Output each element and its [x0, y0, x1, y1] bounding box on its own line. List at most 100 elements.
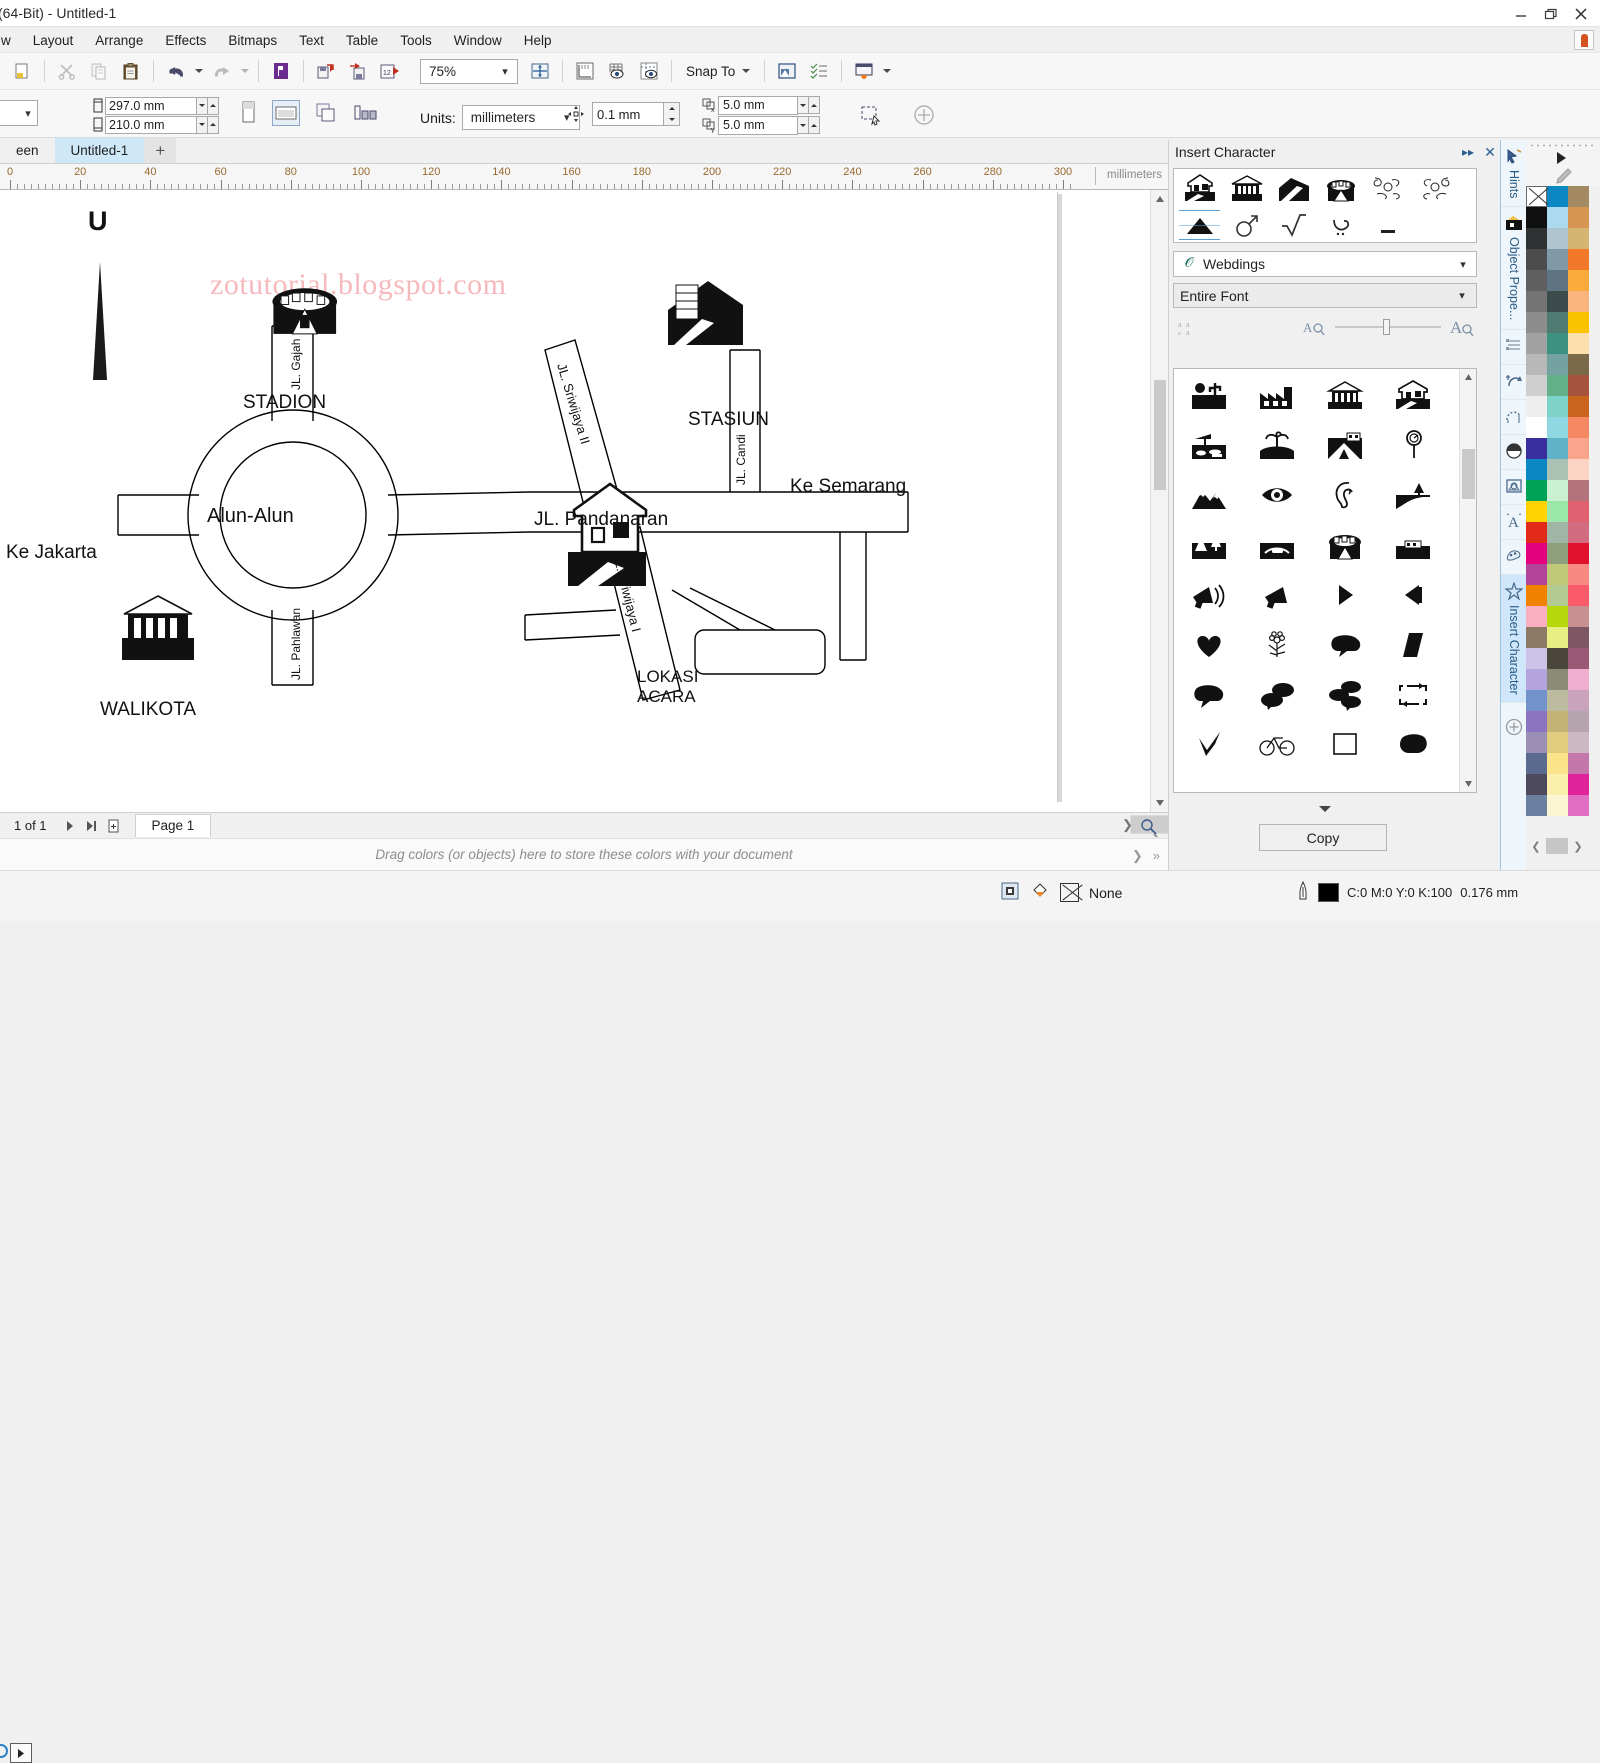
- docker-tab-powerclip[interactable]: [1501, 470, 1527, 505]
- square-outline-icon[interactable]: [1311, 720, 1379, 770]
- palette-swatch[interactable]: [1568, 480, 1589, 501]
- palette-swatch[interactable]: [1547, 312, 1568, 333]
- launcher-dropdown-icon[interactable]: [880, 59, 894, 83]
- palette-swatch-none[interactable]: [1526, 186, 1547, 207]
- palette-swatch[interactable]: [1568, 648, 1589, 669]
- palette-swatch[interactable]: [1547, 417, 1568, 438]
- museum-icon[interactable]: [1311, 370, 1379, 420]
- palette-swatch[interactable]: [1526, 774, 1547, 795]
- heart-icon[interactable]: [1175, 620, 1243, 670]
- palette-swatch[interactable]: [1547, 795, 1568, 816]
- palette-swatch[interactable]: [1526, 711, 1547, 732]
- bridge-car-icon[interactable]: [1243, 520, 1311, 570]
- palette-swatch[interactable]: [1568, 795, 1589, 816]
- docker-tab-add[interactable]: [1501, 703, 1527, 745]
- new-document-icon[interactable]: [8, 58, 36, 84]
- add-tab-button[interactable]: +: [144, 138, 177, 163]
- ornament-left-icon[interactable]: [1364, 170, 1411, 206]
- palette-swatch[interactable]: [1547, 207, 1568, 228]
- canvas-vertical-scrollbar[interactable]: [1150, 190, 1168, 812]
- palette-swatch[interactable]: [1547, 228, 1568, 249]
- close-icon[interactable]: [1566, 1, 1596, 27]
- palette-swatch[interactable]: [1568, 543, 1589, 564]
- scroll-right-icon[interactable]: ❯: [1122, 817, 1133, 833]
- play-triangle-icon[interactable]: [1311, 570, 1379, 620]
- redo-icon[interactable]: [208, 58, 236, 84]
- parallelogram-icon[interactable]: [1379, 620, 1447, 670]
- outline-color-swatch[interactable]: [1318, 883, 1339, 902]
- drawing-canvas[interactable]: zotutorial.blogspot.com U Alun-Alun Ke J…: [0, 190, 1168, 812]
- scroll-up-icon[interactable]: [1151, 190, 1169, 208]
- character-range-selector[interactable]: Entire Font ▾: [1173, 283, 1477, 308]
- palette-swatch[interactable]: [1547, 291, 1568, 312]
- palette-swatch[interactable]: [1568, 585, 1589, 606]
- palette-swatch[interactable]: [1568, 228, 1589, 249]
- outline-pen-icon[interactable]: [1296, 880, 1310, 904]
- menu-item-text[interactable]: Text: [288, 30, 335, 51]
- person-cactus-icon[interactable]: [1175, 370, 1243, 420]
- river-tree-icon[interactable]: [1379, 470, 1447, 520]
- palette-swatch[interactable]: [1568, 186, 1589, 207]
- palette-swatch[interactable]: [1526, 249, 1547, 270]
- page-height-up-spinner[interactable]: [208, 115, 219, 134]
- options-icon[interactable]: [773, 58, 801, 84]
- page-width-field[interactable]: 297.0 mm: [105, 96, 197, 115]
- tent-camp-icon[interactable]: [1311, 420, 1379, 470]
- palette-swatch[interactable]: [1547, 375, 1568, 396]
- guidelines-icon[interactable]: [635, 58, 663, 84]
- page-tab-1[interactable]: Page 1: [134, 814, 212, 837]
- duplicate-x-up-spinner[interactable]: [809, 96, 820, 114]
- speaker-icon[interactable]: [1379, 570, 1447, 620]
- character-case-icon[interactable]: a a a a: [1173, 314, 1203, 340]
- undo-dropdown-icon[interactable]: [192, 59, 206, 83]
- palette-swatch[interactable]: [1568, 564, 1589, 585]
- blob-icon[interactable]: [1379, 720, 1447, 770]
- grid-icon[interactable]: [603, 58, 631, 84]
- decrease-size-icon[interactable]: A: [1299, 314, 1329, 340]
- palette-swatch[interactable]: [1547, 669, 1568, 690]
- docker-tab-transformations[interactable]: [1501, 365, 1527, 400]
- museum-icon[interactable]: [1223, 170, 1270, 206]
- nudge-spinner[interactable]: [664, 102, 680, 126]
- menu-item-arrange[interactable]: Arrange: [84, 30, 154, 51]
- palette-swatch[interactable]: [1547, 774, 1568, 795]
- paste-icon[interactable]: [117, 58, 145, 84]
- import-icon[interactable]: [312, 58, 340, 84]
- status-left-nav-icon[interactable]: [0, 1744, 8, 1758]
- palette-swatch[interactable]: [1568, 270, 1589, 291]
- undo-icon[interactable]: [162, 58, 190, 84]
- flower-bouquet-icon[interactable]: [1243, 620, 1311, 670]
- status-play-button[interactable]: [10, 1743, 32, 1763]
- palette-swatch[interactable]: [1568, 669, 1589, 690]
- eyedropper-icon[interactable]: [1552, 168, 1572, 187]
- publish-icon[interactable]: [267, 58, 295, 84]
- copy-icon[interactable]: [85, 58, 113, 84]
- palette-swatch[interactable]: [1568, 291, 1589, 312]
- palette-swatch[interactable]: [1568, 732, 1589, 753]
- palette-swatch[interactable]: [1526, 228, 1547, 249]
- map-drawing[interactable]: U Alun-Alun Ke Jakarta Ke Semarang STADI…: [0, 190, 1060, 805]
- menu-item-window[interactable]: Window: [443, 30, 513, 51]
- palette-swatch[interactable]: [1526, 564, 1547, 585]
- palette-swatch[interactable]: [1526, 732, 1547, 753]
- docker-tab-object-properties[interactable]: Object Prope...: [1501, 207, 1527, 330]
- speech-bubble-icon[interactable]: [1175, 670, 1243, 720]
- nudge-distance-field[interactable]: 0.1 mm: [592, 102, 664, 126]
- object-styles-icon[interactable]: [805, 58, 833, 84]
- palette-swatch[interactable]: [1526, 333, 1547, 354]
- magnifier-pin-icon[interactable]: [1379, 420, 1447, 470]
- palette-swatch[interactable]: [1547, 522, 1568, 543]
- palette-swatch[interactable]: [1526, 690, 1547, 711]
- palette-swatch[interactable]: [1526, 312, 1547, 333]
- export-to-icon[interactable]: 12: [376, 58, 404, 84]
- palette-swatch[interactable]: [1547, 543, 1568, 564]
- zoom-level-combo[interactable]: 75% ▾: [420, 58, 518, 84]
- palette-swatch[interactable]: [1526, 543, 1547, 564]
- palette-swatch[interactable]: [1526, 501, 1547, 522]
- palette-swatch[interactable]: [1526, 354, 1547, 375]
- two-bubbles-icon[interactable]: [1243, 670, 1311, 720]
- palette-swatch[interactable]: [1526, 669, 1547, 690]
- palette-scroll-right-icon[interactable]: ❯: [1568, 837, 1588, 855]
- palette-drag-handle[interactable]: [1529, 143, 1597, 148]
- add-page-icon[interactable]: [910, 102, 938, 128]
